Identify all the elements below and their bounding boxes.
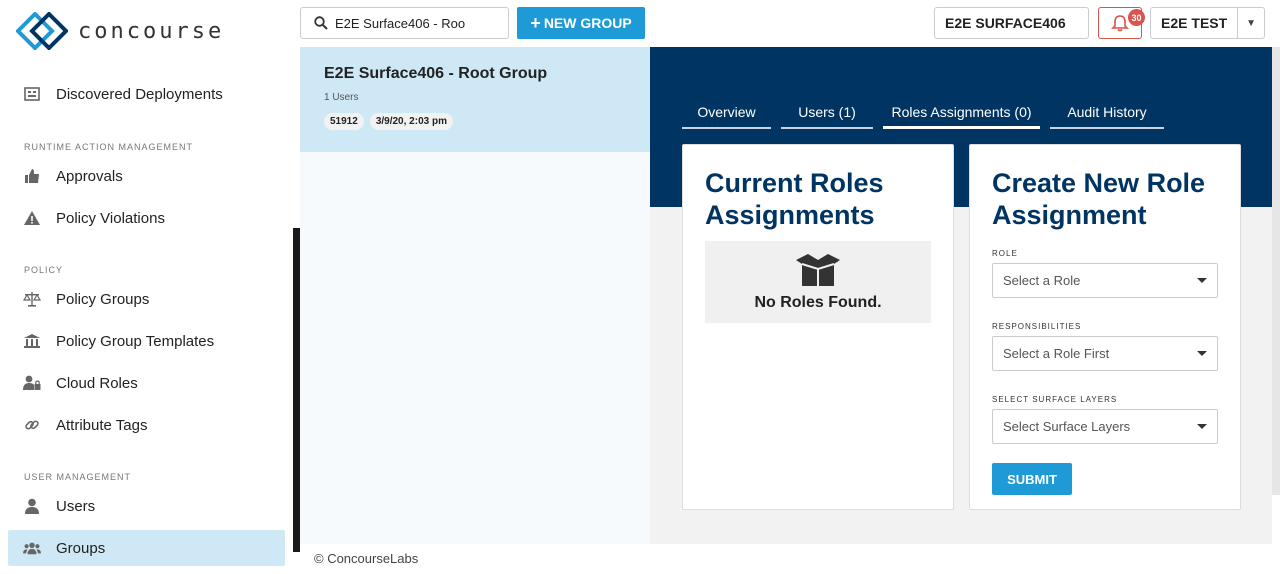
group-detail: Overview Users (1) Roles Assignments (0)… [650,47,1272,544]
group-search[interactable] [300,7,509,39]
role-select-value: Select a Role [1003,273,1081,288]
user-name: E2E TEST [1161,15,1228,31]
section-label-runtime: RUNTIME ACTION MANAGEMENT [24,142,194,152]
group-list: E2E Surface406 - Root Group 1 Users 5191… [300,47,650,544]
dropdown-arrow-icon [1197,351,1207,356]
warning-icon [23,209,41,227]
user-menu[interactable]: E2E TEST ▼ [1150,7,1265,39]
current-roles-panel: Current Roles Assignments No Roles Found… [682,144,954,510]
current-roles-title-line1: Current Roles [705,168,884,198]
sidebar-item-groups[interactable]: Groups [8,530,285,566]
group-user-count: 1 Users [324,92,359,103]
surface-layers-select-value: Select Surface Layers [1003,419,1131,434]
group-title: E2E Surface406 - Root Group [324,65,548,82]
scales-icon [23,290,41,308]
tab-users[interactable]: Users (1) [781,103,873,129]
section-label-policy: POLICY [24,265,64,275]
concourse-logo-icon [16,12,68,50]
sidebar-item-label: Policy Group Templates [56,332,215,350]
sidebar-item-cloud-roles[interactable]: Cloud Roles [8,365,285,401]
sidebar-item-label: Policy Groups [56,290,150,308]
empty-state: No Roles Found. [705,241,931,323]
surface-layers-field-label: SELECT SURFACE LAYERS [992,395,1118,404]
responsibilities-select-value: Select a Role First [1003,346,1110,361]
group-meta: 51912 3/9/20, 2:03 pm [324,113,626,130]
search-icon [314,16,328,35]
detail-tabs: Overview Users (1) Roles Assignments (0)… [682,103,1174,129]
dropdown-arrow-icon [1197,424,1207,429]
open-box-icon [796,254,840,286]
tab-overview[interactable]: Overview [682,103,771,129]
group-id-badge: 51912 [324,113,364,130]
sidebar-item-policy-groups[interactable]: Policy Groups [8,281,285,317]
tab-roles-assignments[interactable]: Roles Assignments (0) [883,103,1040,129]
sidebar-scrollbar[interactable] [293,228,300,552]
caret-down-icon[interactable]: ▼ [1237,8,1264,38]
sidebar-item-label: Approvals [56,167,123,185]
logo[interactable]: concourse [16,12,224,50]
sidebar-item-label: Groups [56,539,106,557]
create-role-panel: Create New Role Assignment ROLE Select a… [969,144,1241,510]
sidebar: concourse Discovered Deployments RUNTIME… [0,0,300,574]
create-role-title-line2: Assignment [992,200,1147,230]
user-lock-icon [23,374,41,392]
responsibilities-select[interactable]: Select a Role First [992,336,1218,371]
submit-button[interactable]: SUBMIT [992,463,1072,495]
deployments-icon [23,85,41,103]
sidebar-item-label: Users [56,497,96,515]
sidebar-item-policy-violations[interactable]: Policy Violations [8,200,285,236]
new-group-button[interactable]: + NEW GROUP [517,7,645,39]
sidebar-item-approvals[interactable]: Approvals [8,158,285,194]
sidebar-item-label: Discovered Deployments [56,85,223,103]
surface-layers-select[interactable]: Select Surface Layers [992,409,1218,444]
sidebar-item-policy-group-templates[interactable]: Policy Group Templates [8,323,285,359]
role-field-label: ROLE [992,249,1018,258]
group-card-selected[interactable]: E2E Surface406 - Root Group 1 Users 5191… [300,47,650,152]
section-label-user-management: USER MANAGEMENT [24,472,132,482]
main-scrollbar[interactable] [1272,47,1280,495]
current-roles-title-line2: Assignments [705,200,875,230]
footer-copyright: © ConcourseLabs [314,551,419,566]
responsibilities-field-label: RESPONSIBILITIES [992,322,1082,331]
sidebar-item-users[interactable]: Users [8,488,285,524]
plus-icon: + [530,12,541,33]
sidebar-item-label: Cloud Roles [56,374,138,392]
current-roles-title: Current Roles Assignments [705,167,931,231]
user-icon [23,497,41,515]
tab-audit-history[interactable]: Audit History [1050,103,1164,129]
sidebar-item-label: Policy Violations [56,209,165,227]
create-role-title: Create New Role Assignment [992,167,1218,231]
top-bar: + NEW GROUP E2E SURFACE406 30 E2E TEST ▼ [300,0,1280,47]
surface-selector[interactable]: E2E SURFACE406 [934,7,1089,39]
search-input[interactable] [335,15,485,31]
bell-icon [1111,15,1129,32]
dropdown-arrow-icon [1197,278,1207,283]
sidebar-item-discovered-deployments[interactable]: Discovered Deployments [8,76,285,112]
notification-badge: 30 [1128,9,1145,26]
app-root: concourse Discovered Deployments RUNTIME… [0,0,1280,574]
users-group-icon [23,539,41,557]
sidebar-item-attribute-tags[interactable]: Attribute Tags [8,407,285,443]
thumbs-up-icon [23,167,41,185]
empty-state-text: No Roles Found. [754,294,882,311]
institution-icon [23,332,41,350]
brand-name: concourse [78,18,225,44]
link-icon [23,416,41,434]
create-role-title-line1: Create New Role [992,168,1206,198]
notifications-button[interactable]: 30 [1098,7,1145,39]
role-select[interactable]: Select a Role [992,263,1218,298]
group-date-badge: 3/9/20, 2:03 pm [369,113,453,130]
sidebar-item-label: Attribute Tags [56,416,148,434]
new-group-label: NEW GROUP [543,15,632,31]
